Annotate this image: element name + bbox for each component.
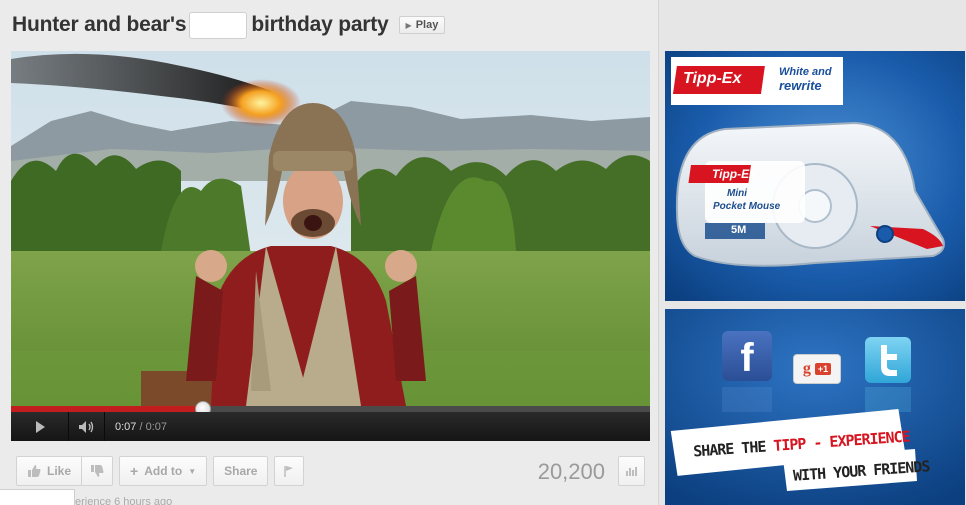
like-button[interactable]: Like (16, 456, 83, 486)
channel-info-box (0, 489, 75, 505)
play-icon (35, 420, 45, 433)
current-time: 0:07 (115, 420, 137, 433)
view-count: 20,200 (537, 459, 605, 484)
thumbs-up-icon (28, 465, 41, 477)
share-label: Share (224, 464, 258, 478)
play-button[interactable] (11, 412, 69, 441)
product-size: 5M (731, 224, 747, 236)
stats-button[interactable] (618, 456, 645, 486)
add-to-label: Add to (144, 464, 183, 478)
volume-icon (78, 420, 93, 433)
product-brand: Tipp-Ex (712, 167, 756, 181)
product-line-1: Mini (727, 188, 747, 199)
volume-button[interactable] (69, 412, 105, 441)
tagline-line-1: White and (779, 66, 832, 78)
thumbs-down-icon (91, 465, 104, 477)
bar-chart-icon (625, 467, 637, 476)
tagline-line-2: rewrite (779, 77, 822, 93)
like-label: Like (47, 464, 72, 478)
tippex-logo: Tipp-Ex (683, 70, 742, 87)
tippex-tagline: White and rewrite (779, 66, 832, 94)
upload-info: erience 6 hours ago (75, 496, 173, 505)
time-readout: 0:07 / 0:07 (115, 421, 167, 433)
play-small-icon: ▶ (405, 20, 412, 30)
social-share-ad[interactable]: f g +1 SHARE THE TIPP - EXPERIENCE WITH … (665, 309, 965, 505)
video-title-row: Hunter and bear's birthday party ▶ Play (12, 10, 446, 40)
facebook-icon[interactable]: f (722, 331, 772, 381)
share-line-1-tipp: TIPP (772, 434, 807, 455)
action-bar: Like + Add to ▼ Share (16, 456, 305, 486)
video-player[interactable]: 0:07 / 0:07 (11, 51, 650, 441)
gplus-label: +1 (814, 363, 832, 375)
video-title-part-1: Hunter and bear's (12, 13, 187, 36)
google-plus-icon[interactable]: g +1 (793, 354, 841, 384)
youtube-page: Hunter and bear's birthday party ▶ Play (0, 0, 966, 505)
title-blank-input[interactable] (189, 11, 248, 39)
dislike-button[interactable] (82, 456, 114, 486)
add-to-button[interactable]: + Add to ▼ (119, 456, 208, 486)
player-controls: 0:07 / 0:07 (11, 412, 650, 441)
play-label: Play (415, 19, 439, 31)
duration: 0:07 (145, 420, 168, 433)
dropdown-arrow-icon: ▼ (188, 466, 197, 476)
flag-icon (284, 466, 294, 477)
twitter-t-glyph (881, 345, 897, 376)
product-line-2: Pocket Mouse (713, 201, 781, 212)
time-separator: / (139, 420, 143, 433)
plus-icon: + (130, 463, 139, 479)
video-title-part-2: birthday party (251, 13, 389, 36)
flag-button[interactable] (274, 456, 305, 486)
title-play-button[interactable]: ▶ Play (398, 16, 446, 34)
tippex-ad[interactable]: Tipp-Ex White and rewrite Tipp-Ex Mini P… (665, 51, 965, 301)
twitter-icon[interactable] (865, 337, 911, 383)
share-button[interactable]: Share (213, 456, 269, 486)
google-g-glyph: g (802, 360, 811, 377)
video-frame[interactable] (11, 51, 650, 406)
